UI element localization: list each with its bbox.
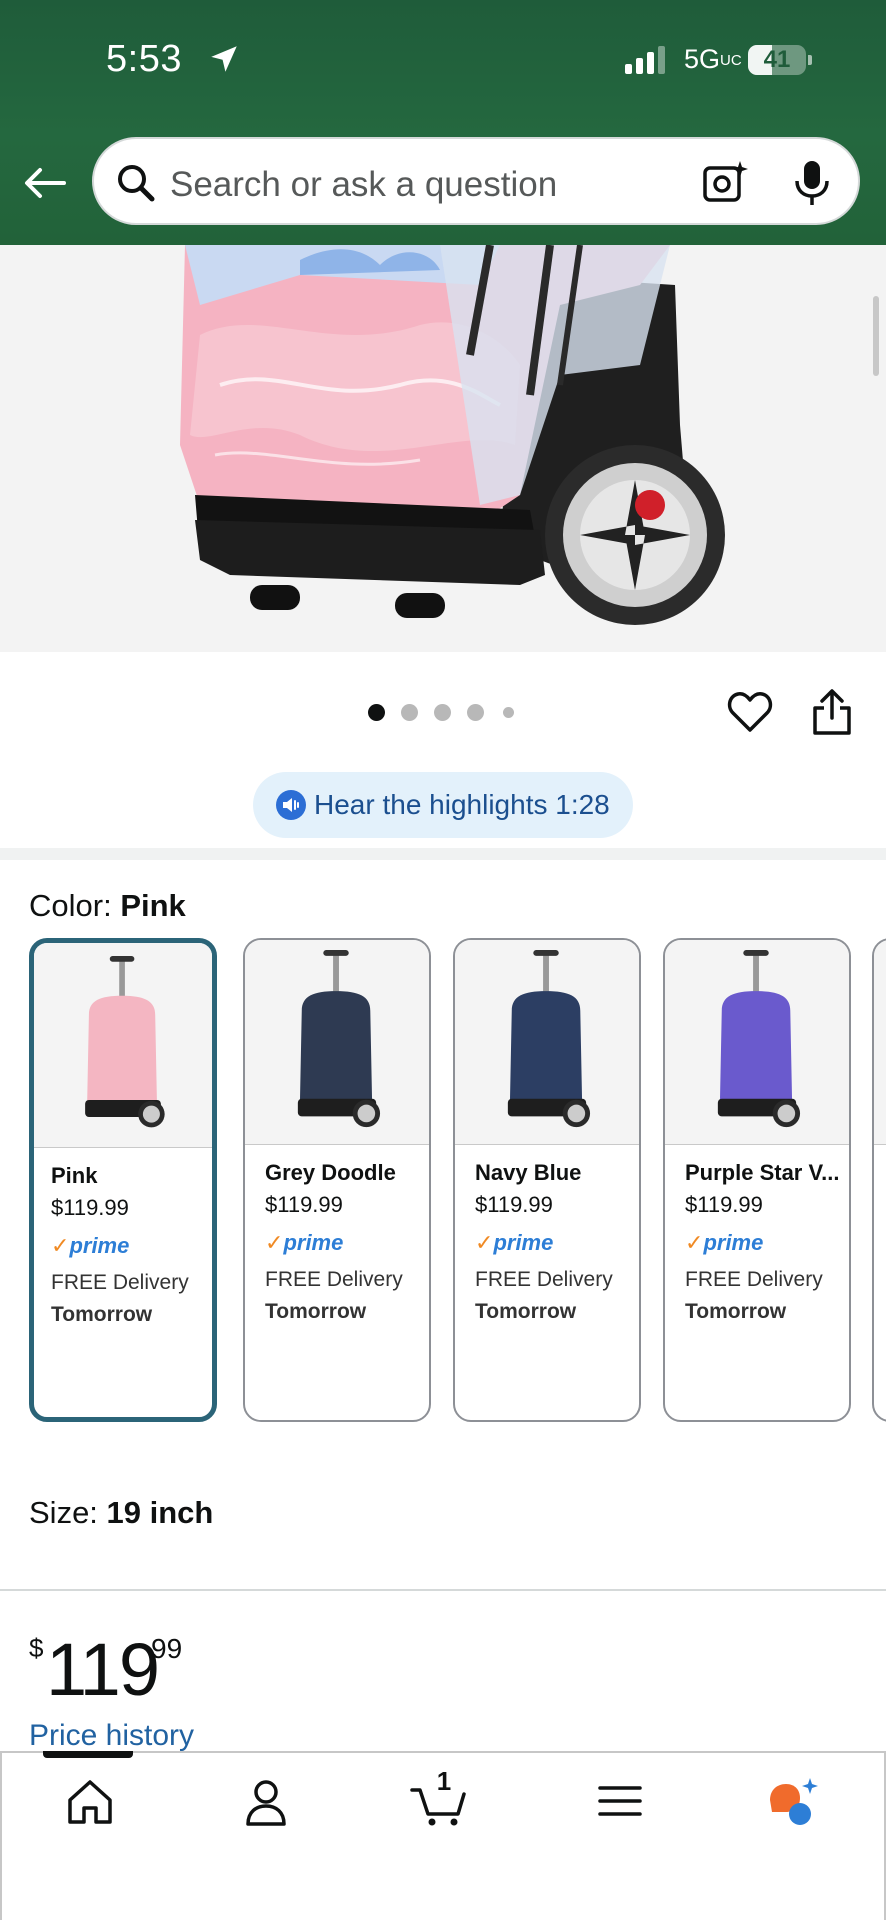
swatch-name: Grey Doodle: [265, 1160, 396, 1185]
swatch-delivery-day: Tomorrow: [475, 1300, 577, 1323]
color-swatch-grey-doodle[interactable]: Grey Doodle $119.99 ✓prime FREE Delivery Tom…: [243, 938, 431, 1422]
prime-check-icon: ✓: [475, 1230, 494, 1255]
section-divider: [0, 848, 886, 860]
swatch-price: $119.99: [475, 1192, 553, 1217]
location-arrow-icon: [211, 46, 237, 72]
swatch-price: $119.99: [685, 1192, 763, 1217]
swatch-delivery-day: Tomorrow: [51, 1303, 153, 1326]
microphone-icon[interactable]: [792, 159, 832, 207]
swatch-delivery-day: Tomorrow: [265, 1300, 367, 1323]
prime-check-icon: ✓: [685, 1230, 704, 1255]
color-swatch-purple-star-v[interactable]: Purple Star V... $119.99 ✓prime FREE Delive…: [663, 938, 851, 1422]
network-suffix: UC: [720, 52, 742, 69]
prime-label: prime: [283, 1230, 344, 1255]
pagination-dot[interactable]: [401, 704, 418, 721]
swatch-delivery: FREE Delivery: [51, 1271, 189, 1294]
color-swatch-pink[interactable]: Pink $119.99 ✓prime FREE Delivery Tomorrow: [29, 938, 217, 1422]
highlights-label: Hear the highlights 1:28: [314, 789, 610, 820]
color-label: Color: Pink: [29, 888, 186, 924]
battery-indicator: 41: [748, 45, 812, 75]
color-value: Pink: [120, 888, 186, 923]
swatch-image: [455, 940, 639, 1145]
cart-count: 1: [436, 1766, 452, 1796]
prime-label: prime: [703, 1230, 764, 1255]
share-icon[interactable]: [810, 688, 854, 736]
app-header: 5:53 5GUC 41 Search or ask a question: [0, 0, 886, 245]
swatch-backpack-image: [717, 950, 801, 1128]
pagination-dot[interactable]: [503, 707, 514, 718]
size-label[interactable]: Size: 19 inch: [29, 1495, 213, 1531]
prime-badge: ✓prime: [685, 1230, 763, 1256]
product-photo: [0, 245, 886, 652]
network-label: 5G: [684, 44, 721, 74]
audio-speaker-icon: [276, 790, 306, 820]
prime-badge: ✓prime: [475, 1230, 553, 1256]
search-placeholder: Search or ask a question: [170, 165, 558, 204]
swatch-name: Purple Star V...: [685, 1160, 840, 1185]
account-icon[interactable]: [236, 1774, 296, 1828]
color-label-text: Color:: [29, 888, 121, 923]
size-value: 19 inch: [106, 1495, 214, 1530]
swatch-image: [34, 943, 212, 1148]
divider: [0, 1589, 886, 1591]
price-whole: 119: [46, 1628, 160, 1711]
camera-lens-icon[interactable]: [702, 159, 748, 205]
search-icon: [118, 165, 155, 202]
swatch-delivery: FREE Delivery: [475, 1268, 613, 1291]
prime-check-icon: ✓: [265, 1230, 284, 1255]
active-tab-indicator: [43, 1751, 133, 1758]
swatch-backpack-image: [85, 956, 165, 1128]
product-image[interactable]: [0, 245, 886, 652]
prime-label: prime: [69, 1233, 130, 1258]
pagination-dot[interactable]: [467, 704, 484, 721]
swatch-image: [245, 940, 429, 1145]
pagination-dot[interactable]: [368, 704, 385, 721]
price-history-link[interactable]: Price history: [29, 1719, 194, 1753]
swatch-name: Navy Blue: [475, 1160, 582, 1185]
prime-badge: ✓prime: [51, 1233, 129, 1259]
back-arrow-icon[interactable]: [20, 158, 70, 208]
swatch-backpack-image: [507, 950, 591, 1128]
scrollbar[interactable]: [873, 296, 879, 376]
menu-icon[interactable]: [590, 1774, 650, 1828]
swatch-name: Pink: [51, 1163, 98, 1188]
heart-icon[interactable]: [726, 688, 774, 736]
battery-level: 41: [763, 46, 791, 73]
price-fraction: 99: [151, 1633, 183, 1664]
size-label-text: Size:: [29, 1495, 107, 1530]
swatch-backpack-image: [297, 950, 381, 1128]
search-input[interactable]: Search or ask a question: [92, 137, 860, 225]
prime-check-icon: ✓: [51, 1233, 70, 1258]
swatch-delivery: FREE Delivery: [685, 1268, 823, 1291]
cellular-signal-icon: [625, 46, 665, 74]
swatch-price: $119.99: [265, 1192, 343, 1217]
prime-label: prime: [493, 1230, 554, 1255]
cart-button[interactable]: 1: [410, 1766, 470, 1828]
price-currency: $: [29, 1633, 44, 1663]
color-swatch-navy-blue[interactable]: Navy Blue $119.99 ✓prime FREE Delivery Tomor…: [453, 938, 641, 1422]
home-icon[interactable]: [60, 1774, 120, 1828]
swatch-image: [665, 940, 849, 1145]
color-swatch-partial[interactable]: [872, 938, 886, 1422]
pagination-dot[interactable]: [434, 704, 451, 721]
network-type: 5GUC: [684, 44, 742, 75]
swatch-delivery: FREE Delivery: [265, 1268, 403, 1291]
prime-badge: ✓prime: [265, 1230, 343, 1256]
swatch-delivery-day: Tomorrow: [685, 1300, 787, 1323]
status-time: 5:53: [106, 38, 182, 80]
swatch-price: $119.99: [51, 1195, 129, 1220]
hear-highlights-button[interactable]: Hear the highlights 1:28: [253, 772, 633, 838]
rufus-assistant-icon[interactable]: [762, 1774, 822, 1828]
